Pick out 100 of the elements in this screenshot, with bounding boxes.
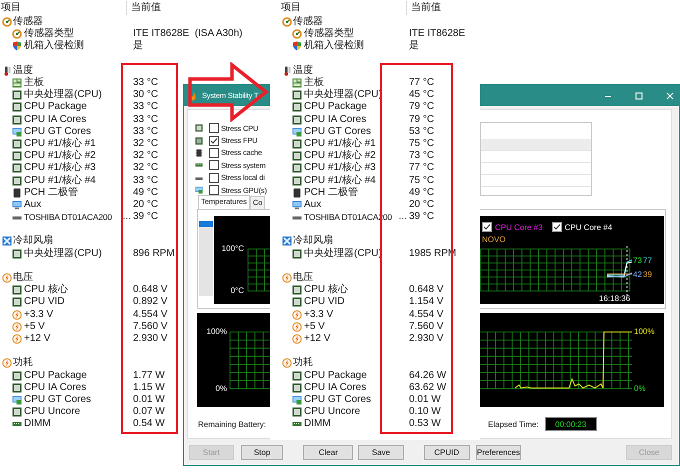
sensor-value: 2.930 V	[133, 332, 168, 345]
checkbox[interactable]	[209, 172, 219, 183]
shield-icon	[292, 41, 302, 52]
sensor-name[interactable]: 中央处理器(CPU)	[24, 89, 102, 102]
lightning-icon	[2, 273, 12, 284]
sensor-value: 20 °C	[133, 198, 158, 211]
checkbox[interactable]	[552, 222, 562, 232]
gauge-icon	[282, 17, 292, 28]
fan-icon	[2, 236, 12, 246]
column-header[interactable]: 项目	[280, 1, 407, 15]
window-button[interactable]: Preferences	[476, 445, 522, 460]
sensor-name[interactable]: CPU VID	[304, 296, 345, 308]
checkbox[interactable]	[209, 136, 219, 146]
sensor-name[interactable]: CPU 核心	[24, 284, 68, 296]
elapsed-label: Elapsed Time:	[488, 420, 539, 428]
sensor-name[interactable]: CPU IA Cores	[304, 382, 366, 394]
sensor-name[interactable]: CPU #1/核心 #1	[304, 138, 376, 150]
sensor-name[interactable]: 传感器类型	[304, 28, 354, 40]
sensor-value: 33 °C	[133, 77, 158, 90]
sensor-name[interactable]: CPU Package	[24, 370, 87, 382]
sensor-name[interactable]: +12 V	[24, 332, 50, 345]
sensor-name[interactable]: CPU VID	[24, 296, 65, 308]
sensor-name[interactable]: 机箱入侵检测	[304, 40, 364, 52]
sensor-name[interactable]: CPU #1/核心 #2	[304, 150, 376, 162]
sensor-name[interactable]: CPU Uncore	[304, 406, 360, 418]
sensor-name[interactable]: CPU Package	[304, 101, 367, 114]
sensor-name[interactable]: DIMM	[24, 418, 51, 430]
sensor-name[interactable]: CPU #1/核心 #3	[304, 162, 376, 174]
sensor-name[interactable]: Aux	[24, 198, 42, 211]
sensor-value: 1.154 V	[409, 296, 444, 308]
close-icon[interactable]	[665, 90, 675, 100]
sensor-name[interactable]: CPU IA Cores	[24, 382, 86, 394]
chip-icon	[292, 407, 302, 418]
sensor-name[interactable]: CPU 核心	[304, 284, 348, 296]
group-label[interactable]: 冷却风扇	[293, 235, 333, 248]
sensor-name[interactable]: PCH 二极管	[24, 186, 78, 199]
sensor-name[interactable]: 传感器类型	[24, 28, 74, 40]
sensor-name[interactable]: 机箱入侵检测	[24, 40, 84, 52]
sensor-value: 33 °C	[133, 114, 158, 126]
sensor-name[interactable]: CPU Uncore	[24, 406, 80, 418]
sensor-name[interactable]: CPU GT Cores	[24, 126, 92, 138]
window-button[interactable]: Save	[358, 445, 404, 460]
sensor-name[interactable]: CPU Package	[304, 370, 367, 382]
checkbox[interactable]	[209, 123, 219, 134]
column-header[interactable]: 项目	[0, 1, 127, 15]
ellipsis-text: ...	[122, 211, 132, 224]
sensor-name[interactable]: +3.3 V	[304, 308, 334, 321]
sensor-name[interactable]: CPU #1/核心 #1	[24, 138, 96, 150]
sensor-name[interactable]: DIMM	[304, 418, 331, 430]
sensor-name[interactable]: CPU GT Cores	[24, 394, 92, 406]
sensor-value: 2.930 V	[409, 332, 444, 345]
sensor-name[interactable]: +3.3 V	[24, 308, 54, 321]
chip-icon	[292, 382, 302, 393]
chip-icon	[12, 138, 22, 149]
sensor-name[interactable]: 中央处理器(CPU)	[24, 248, 102, 260]
lightning-icon	[2, 358, 12, 368]
sensor-name[interactable]: CPU #1/核心 #2	[24, 150, 96, 162]
sensor-name[interactable]: CPU GT Cores	[304, 126, 372, 138]
window-button[interactable]: Stop	[240, 445, 284, 460]
sensor-name[interactable]: 主板	[304, 77, 324, 90]
sensor-value: 79 °C	[409, 101, 434, 114]
group-label[interactable]: 传感器	[13, 16, 43, 28]
sensor-name[interactable]: CPU GT Cores	[304, 394, 372, 406]
sensor-value: 64.26 W	[409, 370, 446, 382]
lightning-icon	[12, 322, 22, 332]
group-label[interactable]: 功耗	[13, 357, 33, 370]
sensor-name[interactable]: CPU IA Cores	[304, 114, 366, 126]
sensor-name[interactable]: CPU #1/核心 #3	[24, 162, 96, 174]
sensor-name[interactable]: +12 V	[304, 332, 330, 345]
group-label[interactable]: 传感器	[293, 16, 323, 28]
chip-icon	[12, 114, 22, 125]
maximize-icon[interactable]	[634, 90, 644, 100]
sensor-name[interactable]: +5 V	[24, 320, 45, 333]
group-label[interactable]: 冷却风扇	[13, 235, 53, 248]
sensor-name[interactable]: PCH 二极管	[304, 186, 358, 199]
reading-label: 39	[643, 270, 652, 280]
column-header[interactable]: 当前值	[407, 1, 441, 15]
checkbox[interactable]	[482, 222, 492, 232]
sensor-name[interactable]: Aux	[304, 198, 322, 211]
group-label[interactable]: 功耗	[293, 357, 313, 370]
checkbox[interactable]	[209, 148, 219, 158]
checkbox[interactable]	[209, 160, 219, 170]
window-button[interactable]: Clear	[303, 445, 354, 460]
sensor-name[interactable]: TOSHIBA DT01ACA200	[24, 211, 112, 224]
sensor-name[interactable]: CPU #1/核心 #4	[24, 174, 96, 187]
sensor-name[interactable]: CPU Package	[24, 101, 87, 114]
lightning-icon	[292, 310, 302, 320]
window-button[interactable]: CPUID	[424, 445, 470, 460]
sensor-name[interactable]: 主板	[24, 77, 44, 90]
column-header[interactable]: 当前值	[127, 1, 161, 15]
sensor-name[interactable]: +5 V	[304, 320, 325, 333]
axis-label: 100°C	[222, 244, 244, 254]
chip-icon	[292, 102, 302, 112]
group-label[interactable]: 电压	[13, 272, 33, 284]
sensor-name[interactable]: CPU IA Cores	[24, 114, 86, 126]
group-label[interactable]: 电压	[293, 272, 313, 284]
group-label[interactable]: 温度	[293, 64, 313, 77]
checkbox[interactable]	[209, 185, 219, 196]
sensor-name[interactable]: CPU #1/核心 #4	[304, 174, 376, 187]
group-label[interactable]: 温度	[13, 64, 33, 77]
